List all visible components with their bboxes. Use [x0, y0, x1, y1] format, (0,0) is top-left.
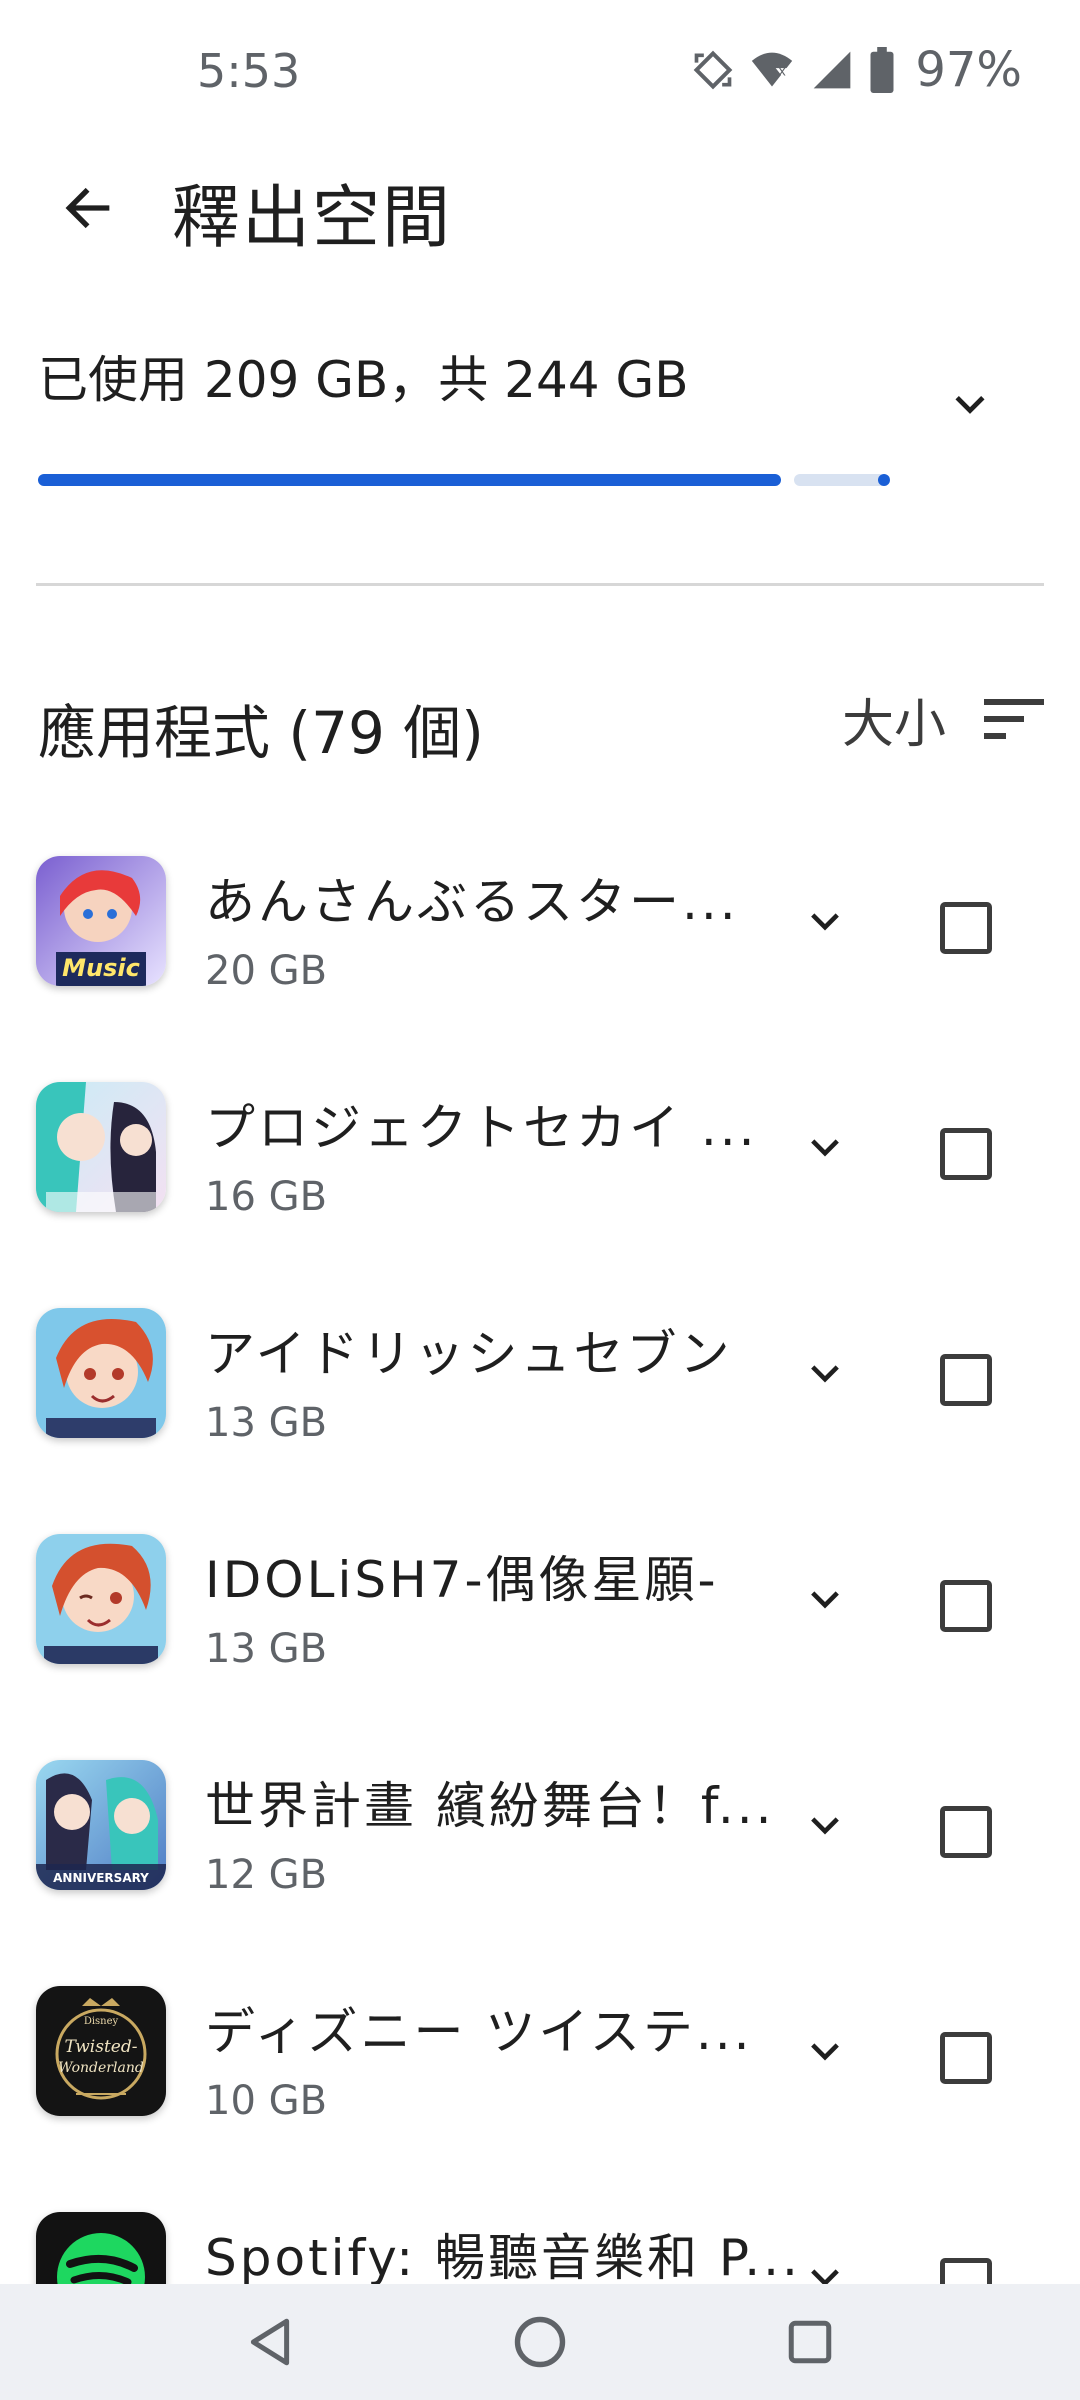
- app-checkbox[interactable]: [940, 1806, 992, 1858]
- app-row[interactable]: IDOLiSH7-偶像星願- 13 GB: [0, 1488, 1080, 1714]
- chevron-down-icon: [811, 2043, 839, 2061]
- app-checkbox[interactable]: [940, 902, 992, 954]
- wifi-icon: x: [752, 52, 793, 87]
- battery-icon: [870, 47, 894, 93]
- nav-recents-icon: [788, 2320, 832, 2364]
- storage-expand-button[interactable]: [930, 375, 1010, 435]
- app-name: IDOLiSH7-偶像星願-: [205, 1551, 719, 1609]
- disney-mark-text: Disney: [84, 2016, 119, 2027]
- chevron-down-icon: [811, 1817, 839, 1835]
- music-badge-text: Music: [62, 954, 140, 982]
- app-checkbox[interactable]: [940, 1580, 992, 1632]
- storage-free-segment: [794, 474, 886, 486]
- project-sekai-tw-icon: ANNIVERSARY: [36, 1760, 166, 1890]
- anniversary-badge-text: ANNIVERSARY: [53, 1871, 149, 1885]
- app-size: 16 GB: [205, 1174, 328, 1220]
- twisted-line2-text: Wonderland: [58, 2060, 144, 2076]
- twisted-wonderland-icon: Disney Twisted- Wonderland: [36, 1986, 166, 2116]
- app-size: 20 GB: [205, 948, 328, 994]
- app-name: ディズニー ツイステ...: [205, 2003, 753, 2061]
- nav-recents-button[interactable]: [780, 2312, 840, 2372]
- status-bar: 5:53 x 97%: [0, 0, 1080, 150]
- idolish7-tw-icon: [36, 1534, 166, 1664]
- storage-summary: 已使用 209 GB，共 244 GB: [38, 351, 689, 409]
- status-icons: x 97%: [691, 40, 1022, 100]
- apps-section-header: 應用程式 (79 個): [38, 699, 484, 767]
- sort-button[interactable]: 大小: [842, 684, 1045, 755]
- row-expand-button[interactable]: [790, 1118, 860, 1178]
- project-sekai-icon: [36, 1082, 166, 1212]
- chevron-down-icon: [811, 1591, 839, 1609]
- row-expand-button[interactable]: [790, 892, 860, 952]
- app-size: 13 GB: [205, 1400, 328, 1446]
- battery-percent: 97%: [915, 42, 1022, 98]
- row-expand-button[interactable]: [790, 1344, 860, 1404]
- sort-icon: [984, 699, 1045, 739]
- app-name: あんさんぶるスター...: [205, 873, 739, 931]
- app-size: 12 GB: [205, 1852, 328, 1898]
- system-nav-bar: [0, 2284, 1080, 2400]
- back-button[interactable]: [48, 168, 128, 248]
- nav-home-button[interactable]: [510, 2312, 570, 2372]
- app-row[interactable]: Disney Twisted- Wonderland ディズニー ツイステ...…: [0, 1940, 1080, 2166]
- row-expand-button[interactable]: [790, 1796, 860, 1856]
- chevron-down-icon: [811, 1365, 839, 1383]
- twisted-line1-text: Twisted-: [65, 2037, 138, 2057]
- app-size: 13 GB: [205, 1626, 328, 1672]
- chevron-down-icon: [811, 913, 839, 931]
- app-checkbox[interactable]: [940, 1354, 992, 1406]
- app-row[interactable]: ANNIVERSARY 世界計畫 繽紛舞台！f... 12 GB: [0, 1714, 1080, 1940]
- app-row[interactable]: プロジェクトセカイ ... 16 GB: [0, 1036, 1080, 1262]
- nav-back-icon: [250, 2318, 290, 2366]
- app-row[interactable]: アイドリッシュセブン 13 GB: [0, 1262, 1080, 1488]
- sort-label: 大小: [842, 694, 947, 755]
- app-row[interactable]: Music あんさんぶるスター... 20 GB: [0, 810, 1080, 1036]
- divider: [36, 583, 1044, 586]
- row-expand-button[interactable]: [790, 2022, 860, 2082]
- app-size: 10 GB: [205, 2078, 328, 2124]
- storage-used-segment: [38, 474, 781, 486]
- back-arrow-icon: [65, 187, 110, 229]
- chevron-down-icon: [955, 395, 985, 414]
- app-name: Spotify: 暢聽音樂和 P...: [205, 2229, 801, 2287]
- idolish7-jp-icon: [36, 1308, 166, 1438]
- nav-home-icon: [514, 2316, 566, 2368]
- row-expand-button[interactable]: [790, 1570, 860, 1630]
- app-name: 世界計畫 繽紛舞台！f...: [205, 1777, 775, 1835]
- svg-text:x: x: [779, 65, 787, 80]
- chevron-down-icon: [811, 1139, 839, 1157]
- storage-end-dot: [878, 474, 890, 486]
- ensemble-stars-icon: Music: [36, 856, 166, 986]
- app-name: アイドリッシュセブン: [205, 1325, 733, 1383]
- app-checkbox[interactable]: [940, 1128, 992, 1180]
- auto-rotate-icon: [693, 50, 733, 90]
- nav-back-button[interactable]: [240, 2312, 300, 2372]
- page-title: 釋出空間: [172, 179, 453, 258]
- storage-usage-bar: [38, 474, 898, 486]
- cell-signal-icon: [813, 51, 851, 89]
- app-checkbox[interactable]: [940, 2032, 992, 2084]
- app-bar: 釋出空間: [0, 150, 1080, 300]
- app-name: プロジェクトセカイ ...: [205, 1099, 758, 1157]
- status-time: 5:53: [197, 44, 301, 98]
